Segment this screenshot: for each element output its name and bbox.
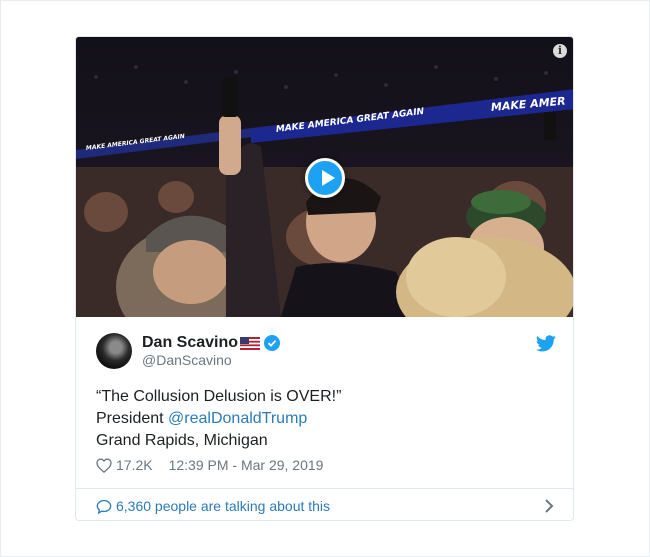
display-name[interactable]: Dan Scavino <box>142 334 238 352</box>
twitter-bird-icon[interactable] <box>536 335 556 352</box>
tweet-line-2: President @realDonaldTrump <box>96 408 556 430</box>
us-flag-icon <box>240 336 261 350</box>
tweet-line-2-prefix: President <box>96 410 169 427</box>
info-icon[interactable]: i <box>553 44 567 58</box>
talking-count[interactable]: 6,360 people are talking about this <box>116 498 330 514</box>
tweet-header: Dan Scavino @DanScavino <box>96 333 556 373</box>
conversation-link[interactable]: 6,360 people are talking about this <box>96 496 554 516</box>
tweet-line-3: Grand Rapids, Michigan <box>96 432 268 449</box>
play-button[interactable] <box>305 158 345 198</box>
speech-bubble-icon <box>96 499 112 514</box>
chevron-right-icon[interactable] <box>544 498 554 514</box>
like-count[interactable]: 17.2K <box>116 457 153 473</box>
name-row: Dan Scavino <box>142 333 281 353</box>
mention-link[interactable]: @realDonaldTrump <box>168 410 307 427</box>
tweet-line-1: “The Collusion Delusion is OVER!” <box>96 388 342 405</box>
tweet-card[interactable]: MAKE AMERICA GREAT AGAIN MAKE AMERICA GR… <box>75 36 574 521</box>
timestamp[interactable]: 12:39 PM - Mar 29, 2019 <box>169 457 324 473</box>
heart-icon[interactable] <box>96 457 112 473</box>
avatar[interactable] <box>96 333 132 369</box>
tweet-text: “The Collusion Delusion is OVER!” Presid… <box>96 386 556 452</box>
user-handle[interactable]: @DanScavino <box>142 352 232 368</box>
verified-badge-icon <box>264 335 281 351</box>
tweet-meta: 17.2K 12:39 PM - Mar 29, 2019 <box>96 456 323 474</box>
divider <box>76 488 573 489</box>
video-thumbnail[interactable]: MAKE AMERICA GREAT AGAIN MAKE AMERICA GR… <box>76 37 573 317</box>
